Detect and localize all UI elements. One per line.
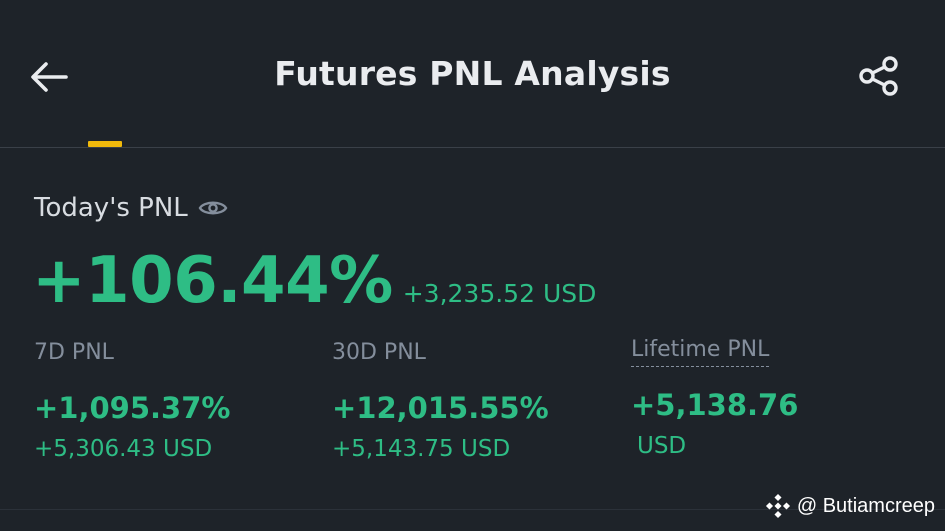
stat-7d-label: 7D PNL [34, 340, 114, 365]
stat-lifetime: Lifetime PNL +5,138.76 USD [631, 336, 798, 463]
binance-logo-icon [765, 493, 790, 519]
stat-30d: 30D PNL +12,015.55% +5,143.75 USD [332, 336, 549, 466]
watermark: @ Butiamcreep [765, 492, 935, 520]
watermark-text: @ Butiamcreep [796, 494, 935, 517]
stat-30d-label: 30D PNL [332, 340, 426, 365]
stat-lifetime-unit: USD [637, 433, 687, 459]
header-divider [0, 147, 945, 148]
today-pnl-label: Today's PNL [34, 193, 188, 223]
today-pnl-percent: +106.44% [32, 244, 393, 318]
page-title: Futures PNL Analysis [274, 54, 671, 93]
eye-icon[interactable] [198, 198, 228, 218]
stat-7d-percent: +1,095.37% [34, 391, 231, 425]
today-pnl-values: +106.44% +3,235.52 USD [32, 244, 596, 324]
pnl-analysis-screen: Futures PNL Analysis Today's PNL +106.44… [0, 0, 945, 531]
stat-7d-usd: +5,306.43 USD [34, 436, 213, 462]
stat-lifetime-value: +5,138.76 [631, 388, 799, 422]
today-pnl-usd: +3,235.52 USD [402, 279, 597, 308]
stat-lifetime-label[interactable]: Lifetime PNL [631, 336, 770, 367]
today-pnl-label-row: Today's PNL [34, 190, 228, 226]
stat-30d-percent: +12,015.55% [332, 391, 549, 425]
share-icon[interactable] [856, 54, 902, 98]
stat-30d-usd: +5,143.75 USD [332, 436, 511, 462]
header: Futures PNL Analysis [0, 0, 945, 148]
stat-7d: 7D PNL +1,095.37% +5,306.43 USD [34, 336, 230, 466]
